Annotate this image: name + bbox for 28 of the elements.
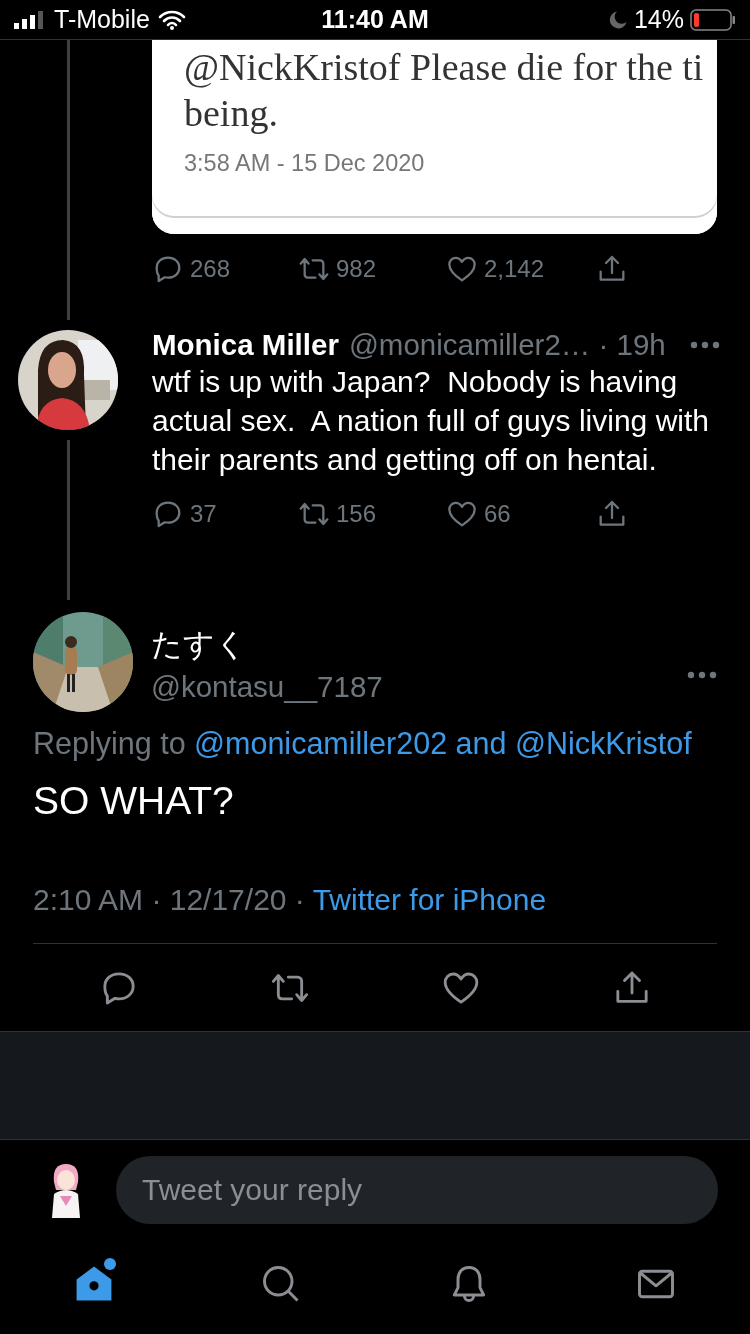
battery-icon <box>690 8 736 31</box>
tweet-text: SO WHAT? <box>33 779 235 823</box>
source-link[interactable]: Twitter for iPhone <box>312 883 547 916</box>
reply-field[interactable]: Tweet your reply <box>116 1156 718 1224</box>
signal-icon <box>14 10 46 29</box>
author-handle: @kontasu__7187 <box>151 670 384 704</box>
embedded-timestamp: 3:58 AM - 15 Dec 2020 <box>184 150 426 177</box>
count-label: 982 <box>336 255 377 283</box>
more-icon[interactable] <box>687 671 717 679</box>
embedded-tweet-text: @NickKristof Please die for the ti being. <box>184 45 705 136</box>
count-label: 2,142 <box>484 255 545 283</box>
wifi-icon <box>157 9 186 30</box>
author-name[interactable]: Monica Miller <box>152 328 339 362</box>
count-label: 37 <box>190 500 217 528</box>
author-name[interactable]: たすく <box>151 624 669 666</box>
carrier-label: T-Mobile <box>54 5 150 34</box>
more-icon[interactable] <box>690 341 720 349</box>
moon-icon <box>607 9 628 30</box>
tweet-text: wtf is up with Japan? Nobody is having actual sex. A nation full of guys living with their parents and getting off on hentai. <box>152 364 710 478</box>
replying-to-text: Replying to @monicamiller202 and @NickKristof <box>33 726 693 761</box>
count-label: 156 <box>336 500 377 528</box>
handle-time: @monicamiller2… · 19h <box>348 328 666 362</box>
count-label: 66 <box>484 500 511 528</box>
count-label: 268 <box>190 255 231 283</box>
clock-label: 11:40 AM <box>320 5 430 34</box>
battery-label: 14% <box>633 5 684 34</box>
tweet-timestamp: 2:10 AM · 12/17/20 · Twitter for iPhone <box>33 883 548 917</box>
mention-link[interactable]: @monicamiller202 and @NickKristof <box>194 726 692 760</box>
